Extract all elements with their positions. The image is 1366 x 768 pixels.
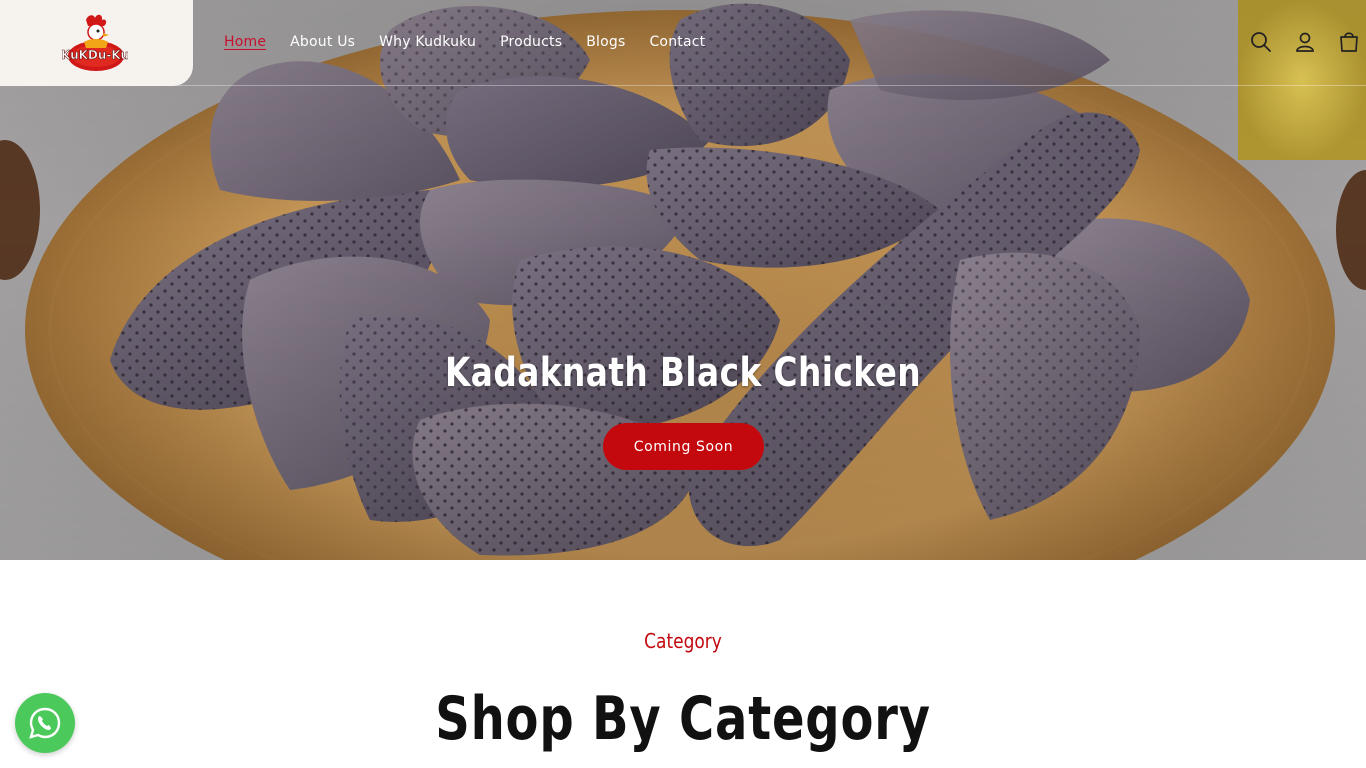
section-title: Shop By Category: [435, 684, 931, 754]
nav-why-kudkuku[interactable]: Why Kudkuku: [379, 34, 476, 50]
logo[interactable]: KuKDu-Ku: [0, 0, 193, 86]
nav-contact[interactable]: Contact: [649, 34, 705, 50]
nav-home[interactable]: Home: [224, 34, 266, 50]
svg-text:KuKDu-Ku: KuKDu-Ku: [62, 48, 128, 62]
account-icon[interactable]: [1294, 30, 1316, 54]
nav-about-us[interactable]: About Us: [290, 34, 355, 50]
whatsapp-button[interactable]: [15, 693, 75, 753]
coming-soon-button[interactable]: Coming Soon: [603, 423, 764, 470]
cart-icon[interactable]: [1338, 30, 1360, 54]
logo-text: KuKDu-Ku: [62, 48, 128, 63]
nav-blogs[interactable]: Blogs: [586, 34, 625, 50]
hero-title: Kadaknath Black Chicken: [444, 350, 922, 396]
nav-products[interactable]: Products: [500, 34, 562, 50]
section-eyebrow: Category: [644, 629, 722, 653]
rooster-logo-icon: [68, 14, 124, 71]
site-header: KuKDu-Ku Home About Us Why Kudkuku Produ…: [0, 0, 1366, 86]
whatsapp-icon: [29, 707, 61, 739]
header-icons: [1250, 30, 1360, 54]
search-icon[interactable]: [1250, 30, 1272, 54]
main-nav: Home About Us Why Kudkuku Products Blogs…: [224, 34, 705, 50]
